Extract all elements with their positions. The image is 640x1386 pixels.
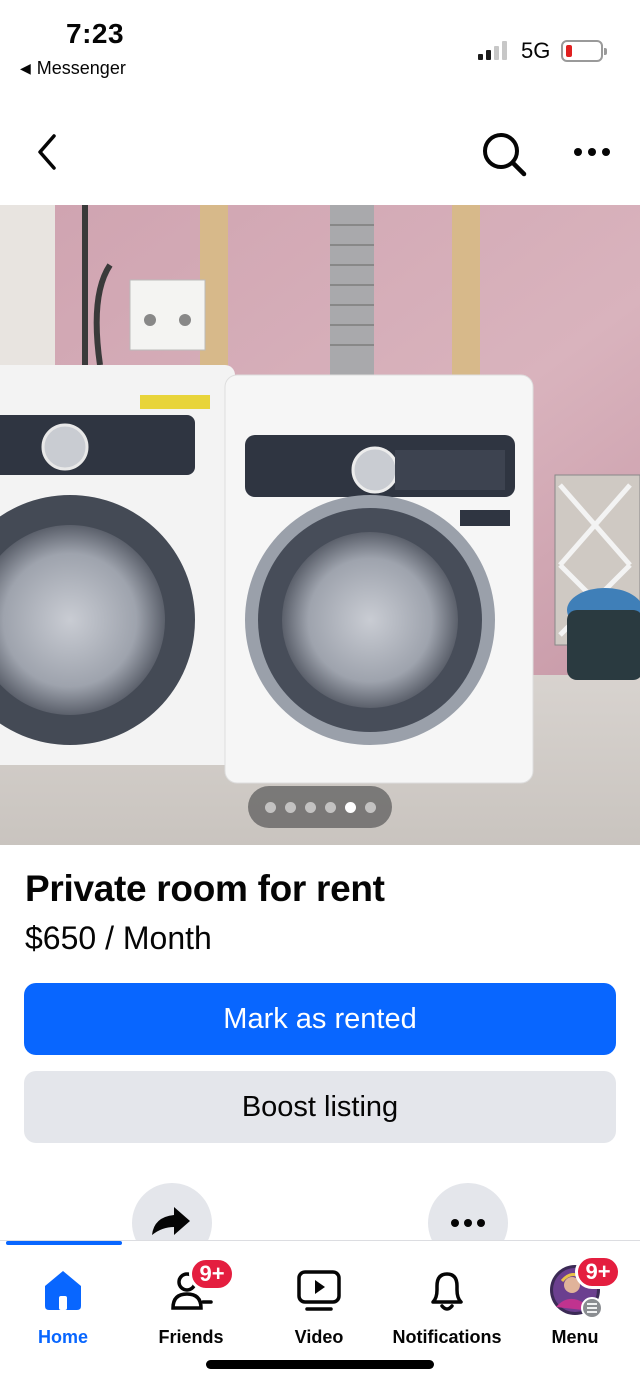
tab-video-label: Video <box>294 1327 344 1347</box>
carousel-dot[interactable] <box>364 801 376 813</box>
home-indicator <box>206 1360 434 1369</box>
tab-menu[interactable]: 9+ Menu <box>545 1255 621 1363</box>
boost-listing-button[interactable]: Boost listing <box>24 1071 616 1143</box>
search-icon[interactable] <box>478 128 530 180</box>
tab-friends-label: Friends <box>158 1327 224 1347</box>
network-type: 5G <box>521 38 551 63</box>
video-icon <box>289 1263 349 1317</box>
tab-notifications-label: Notifications <box>392 1327 502 1347</box>
status-time: 7:23 <box>66 18 125 49</box>
listing-title: Private room for rent <box>25 868 385 909</box>
bell-icon <box>417 1263 477 1317</box>
tab-home[interactable]: Home <box>33 1263 93 1363</box>
tab-home-label: Home <box>37 1327 88 1347</box>
carousel-dot[interactable] <box>324 801 336 813</box>
listing-price: $650 / Month <box>25 920 212 956</box>
home-icon <box>33 1263 93 1317</box>
menu-lines-icon <box>581 1297 603 1319</box>
tab-menu-label: Menu <box>551 1327 599 1347</box>
tab-notifications[interactable]: Notifications <box>393 1263 502 1363</box>
tab-friends[interactable]: 9+ Friends <box>158 1257 235 1363</box>
back-triangle-icon: ◀ <box>20 60 31 76</box>
nav-header <box>0 110 640 200</box>
signal-icon <box>478 40 507 60</box>
carousel-dot[interactable] <box>264 801 276 813</box>
battery-icon <box>561 40 607 62</box>
status-bar: 7:23 ◀ Messenger 5G <box>0 0 640 100</box>
back-to-app-link[interactable]: ◀ Messenger <box>20 58 126 79</box>
avatar-menu-icon: 9+ <box>545 1255 621 1319</box>
carousel-dot-active[interactable] <box>344 801 356 813</box>
carousel-dot[interactable] <box>284 801 296 813</box>
listing-photo[interactable] <box>0 205 640 845</box>
active-tab-indicator <box>6 1241 122 1245</box>
back-app-label: Messenger <box>36 58 126 78</box>
chevron-left-icon[interactable] <box>28 130 68 174</box>
more-horizontal-icon[interactable] <box>570 140 614 164</box>
menu-badge: 9+ <box>575 1255 621 1289</box>
friends-icon: 9+ <box>161 1257 235 1317</box>
friends-badge: 9+ <box>189 1257 235 1291</box>
carousel-indicator[interactable] <box>248 786 392 828</box>
tab-video[interactable]: Video <box>289 1263 349 1363</box>
carousel-dot[interactable] <box>304 801 316 813</box>
mark-as-rented-button[interactable]: Mark as rented <box>24 983 616 1055</box>
